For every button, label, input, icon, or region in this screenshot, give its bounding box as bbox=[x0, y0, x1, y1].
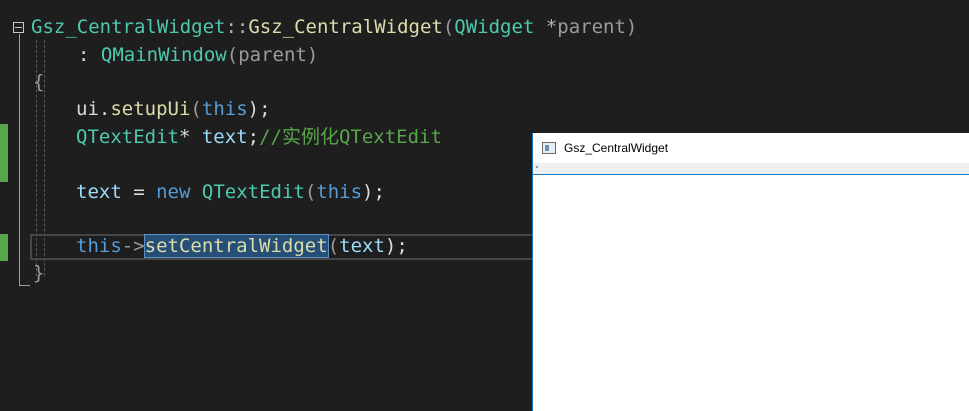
token-arrow: -> bbox=[121, 235, 145, 257]
token-assign: = bbox=[121, 181, 157, 203]
token-semicolon: ; bbox=[247, 126, 260, 148]
token-this-keyword: this bbox=[316, 181, 363, 203]
token-arg: parent bbox=[238, 44, 307, 66]
token-method: setupUi bbox=[110, 98, 191, 120]
collapse-icon[interactable] bbox=[13, 22, 24, 33]
token-arg: text bbox=[339, 235, 385, 257]
code-line-6[interactable]: text = new QTextEdit(this); bbox=[76, 179, 385, 206]
fold-guide-line bbox=[19, 34, 20, 286]
code-line-3[interactable]: { bbox=[33, 69, 44, 96]
token-param-name: parent bbox=[557, 16, 626, 38]
fold-guide-end bbox=[19, 285, 30, 286]
code-line-8[interactable]: } bbox=[33, 260, 44, 287]
token-this-keyword: this bbox=[201, 98, 248, 120]
token-close: ); bbox=[247, 98, 271, 120]
token-variable: text bbox=[201, 126, 248, 148]
code-line-5[interactable]: QTextEdit* text;//实例化QTextEdit bbox=[76, 124, 442, 151]
token-pointer: * bbox=[178, 126, 202, 148]
token-type: QTextEdit bbox=[76, 126, 179, 148]
central-text-edit[interactable] bbox=[533, 174, 969, 411]
token-close-brace: } bbox=[33, 262, 45, 284]
token-open-paren: ( bbox=[442, 16, 455, 38]
token-open-paren: ( bbox=[226, 44, 239, 66]
code-editor[interactable]: Gsz_CentralWidget::Gsz_CentralWidget(QWi… bbox=[0, 0, 969, 411]
token-param-type: QWidget bbox=[454, 16, 535, 38]
token-scope: :: bbox=[225, 16, 249, 38]
token-new-keyword: new bbox=[156, 181, 191, 203]
token-object: ui bbox=[76, 98, 99, 120]
token-this-keyword: this bbox=[76, 235, 122, 257]
token-class-name: Gsz_CentralWidget bbox=[31, 16, 226, 38]
code-line-1[interactable]: Gsz_CentralWidget::Gsz_CentralWidget(QWi… bbox=[31, 14, 637, 41]
code-line-4[interactable]: ui.setupUi(this); bbox=[76, 96, 271, 123]
token-method-selected[interactable]: setCentralWidget bbox=[143, 234, 329, 258]
token-open-paren: ( bbox=[327, 235, 340, 257]
menu-grip-icon bbox=[536, 166, 538, 168]
token-comment: //实例化QTextEdit bbox=[259, 126, 442, 148]
token-constructor-name: Gsz_CentralWidget bbox=[248, 16, 443, 38]
token-type: QTextEdit bbox=[201, 181, 305, 203]
window-titlebar[interactable]: Gsz_CentralWidget bbox=[533, 133, 969, 163]
change-marker-1 bbox=[0, 124, 8, 182]
token-close: ); bbox=[384, 235, 408, 257]
code-line-7[interactable]: this->setCentralWidget(text); bbox=[76, 233, 408, 260]
token-close: ); bbox=[362, 181, 385, 203]
window-title: Gsz_CentralWidget bbox=[564, 141, 669, 155]
token-open-paren: ( bbox=[304, 181, 317, 203]
token-variable: text bbox=[76, 181, 122, 203]
token-open-paren: ( bbox=[190, 98, 202, 120]
token-dot: . bbox=[98, 98, 111, 120]
change-marker-2 bbox=[0, 234, 8, 261]
qt-app-window[interactable]: Gsz_CentralWidget bbox=[532, 133, 969, 411]
window-app-icon bbox=[542, 142, 556, 154]
code-line-2[interactable]: : QMainWindow(parent) bbox=[78, 42, 318, 69]
token-colon: : bbox=[78, 44, 101, 66]
menu-bar[interactable] bbox=[533, 163, 969, 174]
token-close-paren: ) bbox=[306, 44, 319, 66]
token-base-class: QMainWindow bbox=[100, 44, 227, 66]
token-open-brace: { bbox=[33, 71, 45, 93]
token-pointer: * bbox=[534, 16, 558, 38]
token-close-paren: ) bbox=[625, 16, 638, 38]
